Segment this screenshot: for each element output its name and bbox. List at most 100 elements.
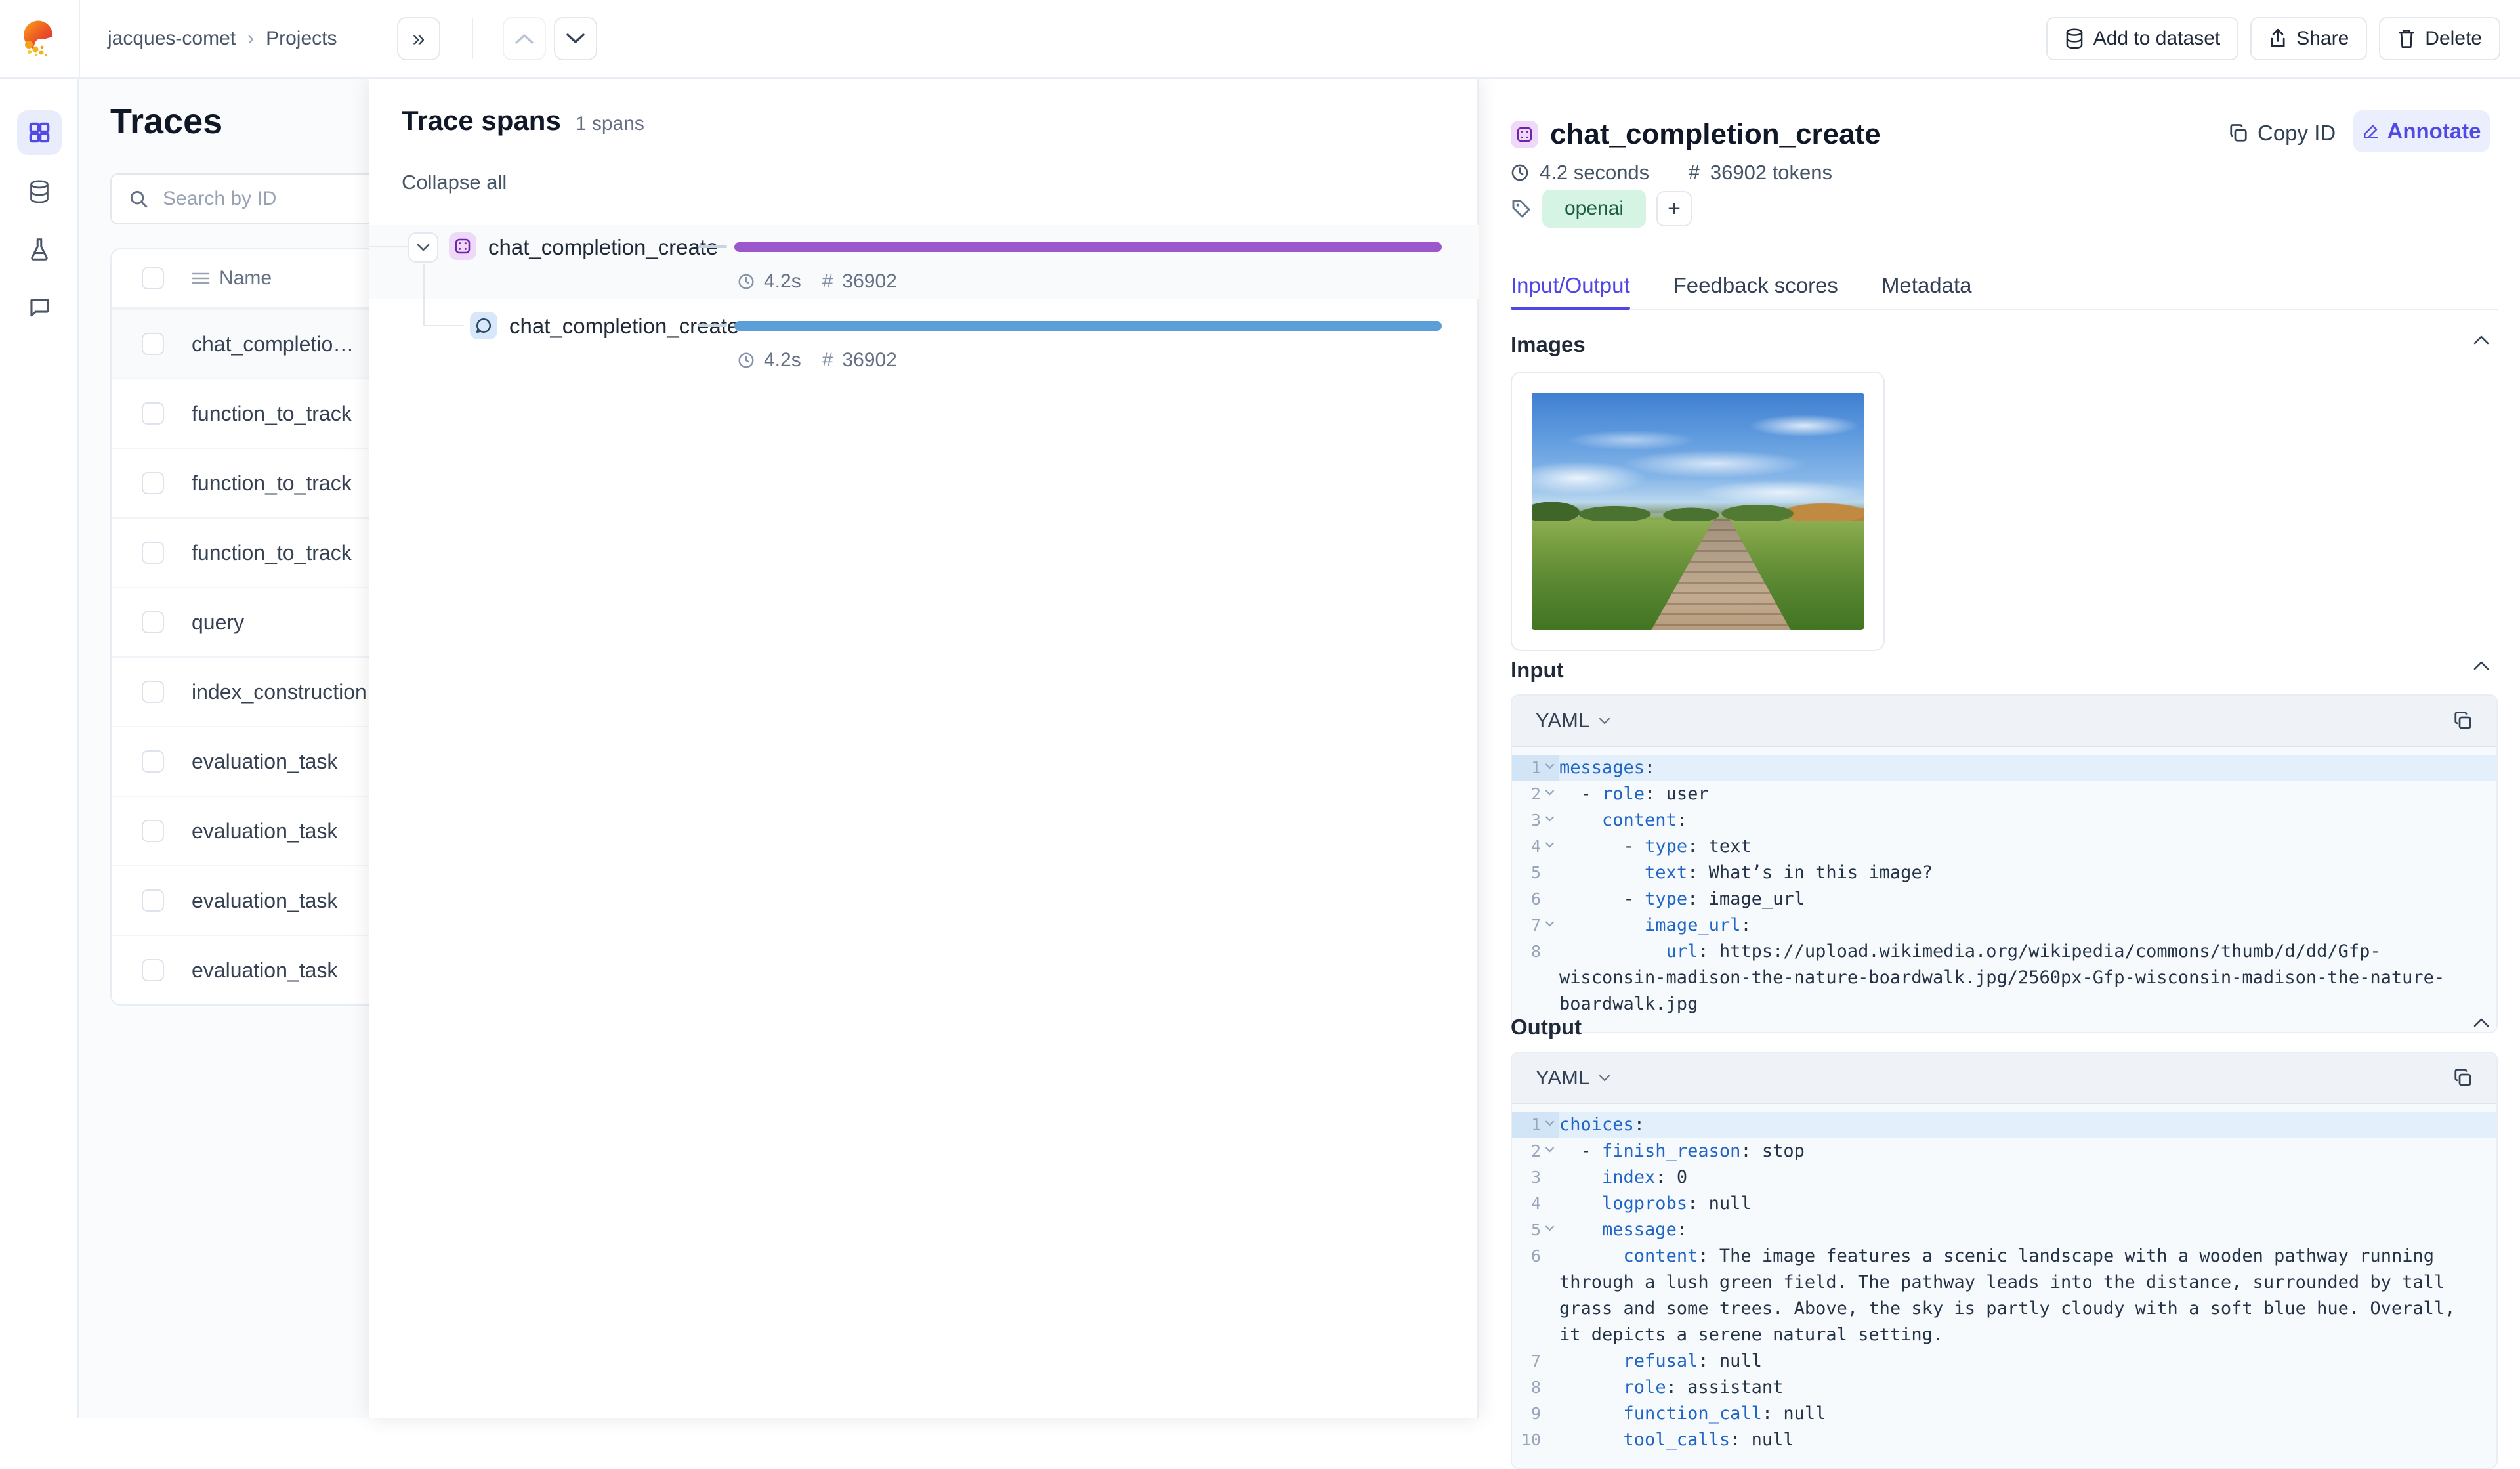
- collapse-all-link[interactable]: Collapse all: [402, 171, 507, 194]
- sidebar-item-projects[interactable]: [17, 110, 62, 155]
- yaml-text: logprobs: null: [1602, 1193, 1752, 1214]
- yaml-text: - type: image_url: [1559, 889, 1805, 909]
- span-duration: 4.2s: [764, 349, 801, 371]
- row-checkbox[interactable]: [142, 542, 164, 564]
- span-detail-panel: chat_completion_create Copy ID Annotate …: [1479, 77, 2520, 1469]
- yaml-line: 4 - type: text: [1512, 834, 2496, 860]
- row-checkbox[interactable]: [142, 611, 164, 633]
- tab-input-output[interactable]: Input/Output: [1511, 264, 1630, 310]
- format-value: YAML: [1536, 709, 1590, 732]
- next-trace-button[interactable]: [554, 17, 597, 60]
- span-name[interactable]: chat_completion_create: [488, 235, 718, 260]
- yaml-text: role: assistant: [1623, 1377, 1784, 1397]
- fold-chevron-icon[interactable]: [1545, 815, 1555, 822]
- tag-badge[interactable]: openai: [1542, 190, 1647, 228]
- yaml-text: content:: [1602, 810, 1688, 830]
- span-duration-bar[interactable]: [734, 321, 1442, 331]
- yaml-text: - role: user: [1559, 784, 1709, 804]
- input-yaml[interactable]: 1 messages: 2 - role: user 3 content: 4 - ty…: [1512, 747, 2496, 1032]
- line-number: 7: [1530, 1352, 1541, 1371]
- span-duration-bar[interactable]: [734, 242, 1442, 252]
- trace-name: evaluation_task: [192, 958, 338, 982]
- yaml-line: 6 content: The image features a scenic l…: [1512, 1243, 2496, 1348]
- add-tag-button[interactable]: +: [1656, 191, 1692, 226]
- copy-id-label: Copy ID: [2258, 121, 2336, 145]
- yaml-line: 9 function_call: null: [1512, 1401, 2496, 1427]
- row-checkbox[interactable]: [142, 959, 164, 981]
- yaml-text: image_url:: [1645, 915, 1752, 935]
- row-checkbox[interactable]: [142, 402, 164, 425]
- copy-icon[interactable]: [2453, 711, 2473, 731]
- delete-button[interactable]: Delete: [2379, 17, 2500, 60]
- output-yaml[interactable]: 1 choices: 2 - finish_reason: stop 3 index:…: [1512, 1104, 2496, 1468]
- share-label: Share: [2296, 28, 2349, 49]
- chevron-down-icon: [1599, 1075, 1610, 1081]
- yaml-text: text: What’s in this image?: [1645, 862, 1933, 883]
- line-number: 5: [1530, 1220, 1541, 1239]
- tab-metadata[interactable]: Metadata: [1881, 264, 1972, 309]
- collapse-section-icon[interactable]: [2473, 335, 2490, 345]
- llm-span-icon: [1511, 121, 1538, 148]
- annotate-label: Annotate: [2387, 119, 2481, 143]
- attachment-image[interactable]: [1532, 393, 1864, 630]
- sidebar-item-datasets[interactable]: [17, 169, 62, 214]
- clock-icon: [1511, 164, 1528, 181]
- clock-icon: [738, 352, 754, 368]
- fold-chevron-icon[interactable]: [1545, 763, 1555, 769]
- prev-trace-button[interactable]: [503, 17, 546, 60]
- sidebar-item-experiments[interactable]: [17, 227, 62, 272]
- span-collapse-button[interactable]: [408, 232, 438, 263]
- yaml-line: 1 choices:: [1512, 1112, 2496, 1138]
- select-all-checkbox[interactable]: [142, 267, 164, 289]
- spans-panel-title: Trace spans: [402, 105, 561, 136]
- row-checkbox[interactable]: [142, 333, 164, 355]
- breadcrumb-workspace[interactable]: jacques-comet: [108, 28, 236, 50]
- collapse-panel-button[interactable]: »: [397, 17, 440, 60]
- clock-icon: [738, 274, 754, 289]
- llm-span-icon: [449, 232, 476, 260]
- collapse-section-icon[interactable]: [2473, 1017, 2490, 1028]
- database-icon: [2066, 28, 2083, 49]
- copy-icon[interactable]: [2453, 1068, 2473, 1088]
- tag-icon: [1512, 200, 1530, 218]
- fold-chevron-icon[interactable]: [1545, 920, 1555, 927]
- hash-icon: #: [1689, 161, 1700, 183]
- row-checkbox[interactable]: [142, 750, 164, 773]
- format-value: YAML: [1536, 1066, 1590, 1089]
- share-button[interactable]: Share: [2250, 17, 2368, 60]
- tree-connector: [423, 325, 464, 326]
- comet-logo: [24, 20, 53, 57]
- add-to-dataset-button[interactable]: Add to dataset: [2046, 17, 2239, 60]
- sidebar-item-feedback[interactable]: [17, 285, 62, 330]
- row-checkbox[interactable]: [142, 889, 164, 912]
- fold-chevron-icon[interactable]: [1545, 1146, 1555, 1153]
- yaml-text: - finish_reason: stop: [1559, 1141, 1805, 1161]
- name-column-header[interactable]: Name: [219, 267, 272, 289]
- line-number: 8: [1530, 1378, 1541, 1397]
- hash-icon: #: [822, 270, 833, 292]
- breadcrumb-page[interactable]: Projects: [266, 28, 337, 50]
- row-checkbox[interactable]: [142, 820, 164, 842]
- annotate-button[interactable]: Annotate: [2353, 110, 2490, 152]
- row-checkbox[interactable]: [142, 472, 164, 494]
- fold-chevron-icon[interactable]: [1545, 1225, 1555, 1231]
- column-drag-icon[interactable]: [192, 271, 210, 286]
- yaml-text: message:: [1602, 1220, 1688, 1240]
- image-card[interactable]: [1511, 372, 1885, 651]
- copy-id-button[interactable]: Copy ID: [2229, 121, 2336, 146]
- spans-count: 1 spans: [575, 113, 644, 135]
- fold-chevron-icon[interactable]: [1545, 841, 1555, 848]
- fold-chevron-icon[interactable]: [1545, 1120, 1555, 1126]
- format-select[interactable]: YAML: [1536, 709, 1610, 733]
- top-bar: jacques-comet › Projects » Add to datase…: [0, 0, 2520, 79]
- code-card-header: YAML: [1512, 1053, 2496, 1104]
- row-checkbox[interactable]: [142, 681, 164, 703]
- yaml-text: tool_calls: null: [1623, 1430, 1794, 1450]
- collapse-section-icon[interactable]: [2473, 660, 2490, 671]
- fold-chevron-icon[interactable]: [1545, 789, 1555, 796]
- format-select[interactable]: YAML: [1536, 1066, 1610, 1090]
- tab-feedback-scores[interactable]: Feedback scores: [1673, 264, 1838, 309]
- trace-name: index_construction: [192, 679, 367, 704]
- database-icon: [30, 180, 49, 203]
- tree-connector: [369, 246, 408, 247]
